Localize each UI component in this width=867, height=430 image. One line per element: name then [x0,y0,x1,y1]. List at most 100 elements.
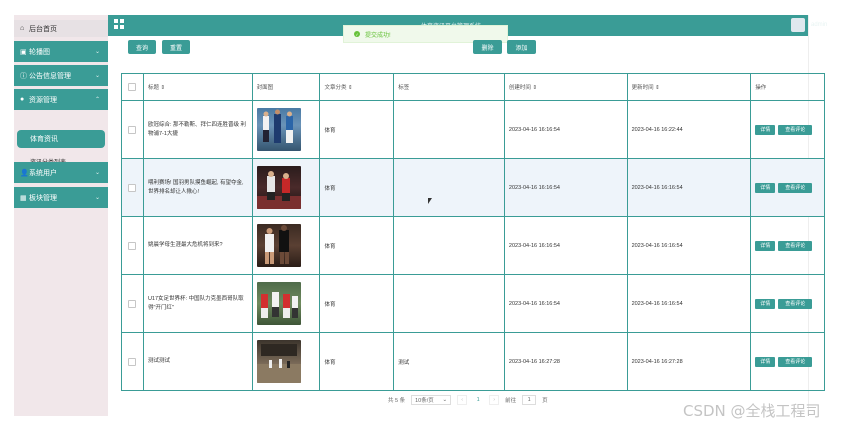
data-table: 标题 ⇕ 封面图 文章分类 ⇕ 标签 创建时间 ⇕ 更新时间 ⇕ 操作 欧冠综合… [121,73,825,391]
table-row: 欧冠综合: 那不勒斯、拜仁四连胜晋级 利物浦7-1大捷 体育 2023-04-1… [122,101,824,159]
table-header: 标题 ⇕ 封面图 文章分类 ⇕ 标签 创建时间 ⇕ 更新时间 ⇕ 操作 [122,74,824,101]
category-cell: 体育 [320,333,395,390]
sidebar: ⌂ 后台首页 ▣ 轮播图 ⌄ ⓘ 公告信息管理 ⌄ ● 资源管理 ⌃ 体育资讯 … [14,15,108,416]
row-select-cell [122,333,144,390]
goto-page-input[interactable]: 1 [522,395,537,405]
title-cell: 喂利赛场! 国羽男队摸鱼崛起, 有望夺金, 世界排名却让人揪心! [144,159,253,216]
row-checkbox[interactable] [128,299,137,308]
header-updated[interactable]: 更新时间 ⇕ [628,74,752,100]
chevron-up-icon: ⌃ [94,97,100,103]
updated-cell: 2023-04-16 16:16:54 [628,275,752,332]
query-button[interactable]: 查询 [128,40,156,54]
toast-message: 提交成功! [365,32,391,39]
row-title: 欧冠综合: 那不勒斯、拜仁四连胜晋级 利物浦7-1大捷 [147,121,247,137]
sidebar-item-users[interactable]: 👤 系统用户 ⌄ [14,162,108,183]
header-tag: 标签 [394,74,505,100]
detail-button[interactable]: 详情 [755,356,776,367]
created-cell: 2023-04-16 16:16:54 [505,275,628,332]
row-checkbox[interactable] [128,125,137,134]
created-cell: 2023-04-16 16:16:54 [505,159,628,216]
view-comments-button[interactable]: 查看评论 [778,240,813,251]
menu-grid-icon[interactable] [114,19,124,29]
badminton-graphic [256,171,301,209]
add-button[interactable]: 添加 [507,40,536,54]
prev-page-button[interactable]: ‹ [457,395,468,405]
actions-cell: 详情 查看评论 [751,159,824,216]
view-comments-button[interactable]: 查看评论 [778,356,813,367]
goto-label: 前往 [505,398,517,404]
tag-cell: 测试 [394,333,505,390]
header-created[interactable]: 创建时间 ⇕ [505,74,628,100]
sidebar-item-label: 轮播图 [29,48,50,56]
row-title: U17女足世界杯: 中国队力克墨西哥队取得"开门红" [147,295,244,311]
cover-image [256,108,301,151]
sidebar-subitem-sports-news[interactable]: 体育资讯 [17,130,105,148]
select-all-cell [122,74,144,100]
user-name[interactable]: admin [811,22,827,28]
view-comments-button[interactable]: 查看评论 [778,124,813,135]
header-title[interactable]: 标题 ⇕ [144,74,253,100]
row-checkbox[interactable] [128,183,137,192]
category-cell: 体育 [320,101,395,158]
avatar[interactable] [791,18,805,32]
chevron-down-icon: ⌄ [94,170,100,176]
page-number[interactable]: 1 [473,395,483,405]
header-actions: 操作 [755,85,767,91]
detail-button[interactable]: 详情 [755,124,776,135]
tag-cell [394,275,505,332]
location-icon: ● [20,96,25,103]
next-page-button[interactable]: › [489,395,500,405]
soccer-players-graphic [262,109,293,143]
chevron-left-icon: ‹ [461,397,464,403]
sidebar-item-label: 后台首页 [29,25,57,33]
updated-cell: 2023-04-16 16:27:28 [628,333,752,390]
updated-cell: 2023-04-16 16:22:44 [628,101,752,158]
table-row: U17女足世界杯: 中国队力克墨西哥队取得"开门红" 体育 2023-04-16… [122,275,824,333]
actions-cell: 详情 查看评论 [751,217,824,274]
sidebar-item-carousel[interactable]: ▣ 轮播图 ⌄ [14,41,108,62]
womens-soccer-graphic [260,292,298,318]
created-cell: 2023-04-16 16:16:54 [505,217,628,274]
detail-button[interactable]: 详情 [755,240,776,251]
sidebar-item-notice[interactable]: ⓘ 公告信息管理 ⌄ [14,65,108,86]
cover-image [256,340,301,383]
reset-button[interactable]: 重置 [162,40,190,54]
row-checkbox[interactable] [128,357,137,366]
page-size-select[interactable]: 10条/页 ⌄ [411,395,452,405]
tag-cell [394,101,505,158]
select-all-checkbox[interactable] [128,83,137,91]
detail-button[interactable]: 详情 [755,182,776,193]
row-checkbox[interactable] [128,241,137,250]
sidebar-item-boards[interactable]: ▦ 板块管理 ⌄ [14,187,108,208]
title-cell: 欧冠综合: 那不勒斯、拜仁四连胜晋级 利物浦7-1大捷 [144,101,253,158]
detail-button[interactable]: 详情 [755,298,776,309]
sidebar-item-label: 板块管理 [29,194,57,202]
cover-image [256,166,301,209]
row-title: 测试测试 [147,358,170,364]
delete-button[interactable]: 删除 [473,40,502,54]
updated-cell: 2023-04-16 16:16:54 [628,159,752,216]
cover-cell [253,101,321,158]
sidebar-item-label: 公告信息管理 [29,72,71,80]
image-icon: ▣ [20,48,27,56]
table-row: 测试测试 体育 测试 2023-04-16 16:27:28 2023-04-1… [122,333,824,390]
sidebar-item-resources[interactable]: ● 资源管理 ⌃ [14,89,108,110]
cover-cell [253,217,321,274]
table-row: 喂利赛场! 国羽男队摸鱼崛起, 有望夺金, 世界排名却让人揪心! 体育 2023… [122,159,824,217]
arena-graphic [256,344,301,383]
view-comments-button[interactable]: 查看评论 [778,298,813,309]
view-comments-button[interactable]: 查看评论 [778,182,813,193]
cover-cell [253,159,321,216]
row-title: 喂利赛场! 国羽男队摸鱼崛起, 有望夺金, 世界排名却让人揪心! [147,179,244,195]
category-cell: 体育 [320,159,395,216]
title-cell: 姚晨学母生涯最大危机将到来? [144,217,253,274]
chevron-down-icon: ⌄ [442,397,448,403]
sidebar-item-home[interactable]: ⌂ 后台首页 [14,20,108,37]
header-category[interactable]: 文章分类 ⇕ [320,74,395,100]
page-label: 页 [542,398,548,404]
row-select-cell [122,101,144,158]
check-icon: ✓ [354,31,360,37]
user-icon: 👤 [20,169,29,177]
row-select-cell [122,275,144,332]
row-select-cell [122,217,144,274]
